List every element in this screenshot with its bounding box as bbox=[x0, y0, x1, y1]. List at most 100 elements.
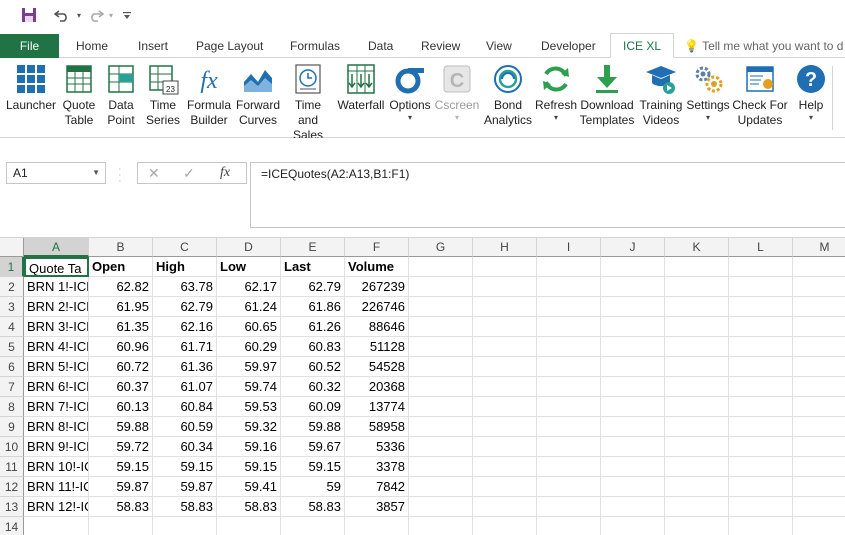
column-header-f[interactable]: F bbox=[345, 238, 409, 257]
cell-k9[interactable] bbox=[665, 417, 729, 437]
tab-view[interactable]: View bbox=[486, 34, 512, 58]
cell-m5[interactable] bbox=[793, 337, 845, 357]
cell-d2[interactable]: 62.17 bbox=[217, 277, 281, 297]
cell-a6[interactable]: BRN 5!-ICE bbox=[24, 357, 89, 377]
cell-m8[interactable] bbox=[793, 397, 845, 417]
cell-h4[interactable] bbox=[473, 317, 537, 337]
row-header-14[interactable]: 14 bbox=[0, 517, 24, 535]
cell-h8[interactable] bbox=[473, 397, 537, 417]
cell-g3[interactable] bbox=[409, 297, 473, 317]
options-button[interactable]: Options ▾ bbox=[388, 62, 432, 136]
cell-d9[interactable]: 59.32 bbox=[217, 417, 281, 437]
column-header-e[interactable]: E bbox=[281, 238, 345, 257]
cell-i7[interactable] bbox=[537, 377, 601, 397]
cell-g4[interactable] bbox=[409, 317, 473, 337]
cell-j4[interactable] bbox=[601, 317, 665, 337]
column-header-c[interactable]: C bbox=[153, 238, 217, 257]
cell-h11[interactable] bbox=[473, 457, 537, 477]
column-header-g[interactable]: G bbox=[409, 238, 473, 257]
column-header-a[interactable]: A bbox=[24, 238, 89, 257]
tab-review[interactable]: Review bbox=[421, 34, 460, 58]
redo-icon[interactable] bbox=[86, 5, 106, 25]
cell-b8[interactable]: 60.13 bbox=[89, 397, 153, 417]
column-header-h[interactable]: H bbox=[473, 238, 537, 257]
cell-a1[interactable]: Quote Ta bbox=[24, 257, 89, 277]
cell-c12[interactable]: 59.87 bbox=[153, 477, 217, 497]
training-videos-button[interactable]: Training Videos bbox=[637, 62, 685, 136]
cell-d1[interactable]: Low bbox=[217, 257, 281, 277]
cell-d14[interactable] bbox=[217, 517, 281, 535]
cell-k5[interactable] bbox=[665, 337, 729, 357]
cell-d5[interactable]: 60.29 bbox=[217, 337, 281, 357]
row-header-5[interactable]: 5 bbox=[0, 337, 24, 357]
data-point-button[interactable]: Data Point bbox=[101, 62, 141, 136]
cell-l5[interactable] bbox=[729, 337, 793, 357]
cell-b10[interactable]: 59.72 bbox=[89, 437, 153, 457]
cell-i8[interactable] bbox=[537, 397, 601, 417]
cell-k7[interactable] bbox=[665, 377, 729, 397]
cell-f11[interactable]: 3378 bbox=[345, 457, 409, 477]
row-header-6[interactable]: 6 bbox=[0, 357, 24, 377]
cell-a8[interactable]: BRN 7!-ICE bbox=[24, 397, 89, 417]
cell-a7[interactable]: BRN 6!-ICE bbox=[24, 377, 89, 397]
save-icon[interactable] bbox=[18, 5, 40, 25]
cell-h12[interactable] bbox=[473, 477, 537, 497]
cell-i13[interactable] bbox=[537, 497, 601, 517]
cell-g1[interactable] bbox=[409, 257, 473, 277]
cell-b11[interactable]: 59.15 bbox=[89, 457, 153, 477]
cell-l12[interactable] bbox=[729, 477, 793, 497]
insert-function-icon[interactable]: fx bbox=[220, 165, 230, 181]
cell-j1[interactable] bbox=[601, 257, 665, 277]
formula-input[interactable]: =ICEQuotes(A2:A13,B1:F1) bbox=[250, 162, 845, 228]
cell-l13[interactable] bbox=[729, 497, 793, 517]
row-header-2[interactable]: 2 bbox=[0, 277, 24, 297]
enter-icon[interactable]: ✓ bbox=[183, 165, 195, 182]
cell-c5[interactable]: 61.71 bbox=[153, 337, 217, 357]
cell-f14[interactable] bbox=[345, 517, 409, 535]
cell-e8[interactable]: 60.09 bbox=[281, 397, 345, 417]
cell-b9[interactable]: 59.88 bbox=[89, 417, 153, 437]
cell-g9[interactable] bbox=[409, 417, 473, 437]
cell-a9[interactable]: BRN 8!-ICE bbox=[24, 417, 89, 437]
undo-icon[interactable] bbox=[50, 5, 74, 25]
cell-d7[interactable]: 59.74 bbox=[217, 377, 281, 397]
cell-a11[interactable]: BRN 10!-IC bbox=[24, 457, 89, 477]
cell-a4[interactable]: BRN 3!-ICE bbox=[24, 317, 89, 337]
cell-h3[interactable] bbox=[473, 297, 537, 317]
cell-e14[interactable] bbox=[281, 517, 345, 535]
cell-c7[interactable]: 61.07 bbox=[153, 377, 217, 397]
cell-c8[interactable]: 60.84 bbox=[153, 397, 217, 417]
cell-f2[interactable]: 267239 bbox=[345, 277, 409, 297]
cell-f10[interactable]: 5336 bbox=[345, 437, 409, 457]
cell-i2[interactable] bbox=[537, 277, 601, 297]
row-header-1[interactable]: 1 bbox=[0, 257, 24, 277]
cell-h13[interactable] bbox=[473, 497, 537, 517]
cell-d4[interactable]: 60.65 bbox=[217, 317, 281, 337]
cell-d8[interactable]: 59.53 bbox=[217, 397, 281, 417]
row-header-13[interactable]: 13 bbox=[0, 497, 24, 517]
tab-developer[interactable]: Developer bbox=[541, 34, 596, 58]
cell-d10[interactable]: 59.16 bbox=[217, 437, 281, 457]
tab-page-layout[interactable]: Page Layout bbox=[196, 34, 263, 58]
cell-c3[interactable]: 62.79 bbox=[153, 297, 217, 317]
cell-e13[interactable]: 58.83 bbox=[281, 497, 345, 517]
cell-b12[interactable]: 59.87 bbox=[89, 477, 153, 497]
cell-a10[interactable]: BRN 9!-ICE bbox=[24, 437, 89, 457]
cell-k8[interactable] bbox=[665, 397, 729, 417]
tab-insert[interactable]: Insert bbox=[138, 34, 168, 58]
tab-formulas[interactable]: Formulas bbox=[290, 34, 340, 58]
cell-k1[interactable] bbox=[665, 257, 729, 277]
cell-k13[interactable] bbox=[665, 497, 729, 517]
cell-j3[interactable] bbox=[601, 297, 665, 317]
formula-builder-button[interactable]: fx Formula Builder bbox=[185, 62, 233, 136]
cell-h6[interactable] bbox=[473, 357, 537, 377]
cell-f9[interactable]: 58958 bbox=[345, 417, 409, 437]
column-header-m[interactable]: M bbox=[793, 238, 845, 257]
cell-f8[interactable]: 13774 bbox=[345, 397, 409, 417]
cell-g6[interactable] bbox=[409, 357, 473, 377]
cell-b7[interactable]: 60.37 bbox=[89, 377, 153, 397]
quote-table-button[interactable]: Quote Table bbox=[58, 62, 100, 136]
cell-j2[interactable] bbox=[601, 277, 665, 297]
row-header-12[interactable]: 12 bbox=[0, 477, 24, 497]
cell-b14[interactable] bbox=[89, 517, 153, 535]
